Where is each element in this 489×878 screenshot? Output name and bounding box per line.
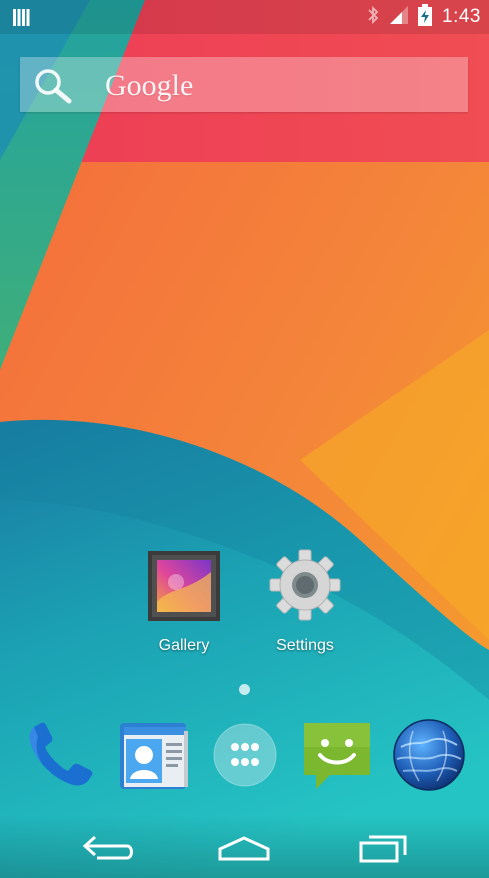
notification-icon (13, 9, 30, 31)
status-bar: 1:43 (0, 0, 489, 34)
gallery-icon (148, 551, 220, 621)
signal-icon (388, 5, 410, 30)
recents-button[interactable] (345, 825, 425, 869)
battery-charging-icon (418, 3, 433, 31)
status-clock: 1:43 (442, 6, 481, 27)
page-indicator-dot (239, 684, 250, 695)
home-button[interactable] (204, 825, 284, 869)
hotseat-phone[interactable] (22, 717, 98, 793)
app-gallery[interactable]: Gallery (124, 547, 244, 655)
app-label-settings: Settings (276, 637, 334, 654)
settings-gear-icon (269, 549, 341, 621)
hotseat-app-drawer[interactable] (207, 717, 283, 793)
recents-icon (359, 835, 407, 863)
back-icon (82, 835, 133, 860)
browser-globe-icon (393, 719, 465, 791)
bluetooth-icon (366, 5, 380, 30)
home-icon (218, 836, 270, 861)
app-settings[interactable]: Settings (245, 547, 365, 655)
hotseat-browser[interactable] (391, 717, 467, 793)
messaging-icon (304, 723, 370, 789)
status-icons: 1:43 (358, 3, 481, 31)
google-search-bar[interactable]: Google (20, 57, 468, 112)
app-drawer-icon (213, 723, 277, 787)
hotseat-contacts[interactable] (116, 717, 192, 793)
hotseat-messaging[interactable] (300, 717, 376, 793)
contacts-icon (120, 723, 188, 789)
google-logo: Google (105, 69, 194, 102)
navigation-bar (0, 815, 489, 878)
app-label-gallery: Gallery (158, 637, 210, 654)
phone-icon (29, 722, 93, 786)
search-icon (33, 67, 75, 110)
back-button[interactable] (67, 825, 147, 869)
